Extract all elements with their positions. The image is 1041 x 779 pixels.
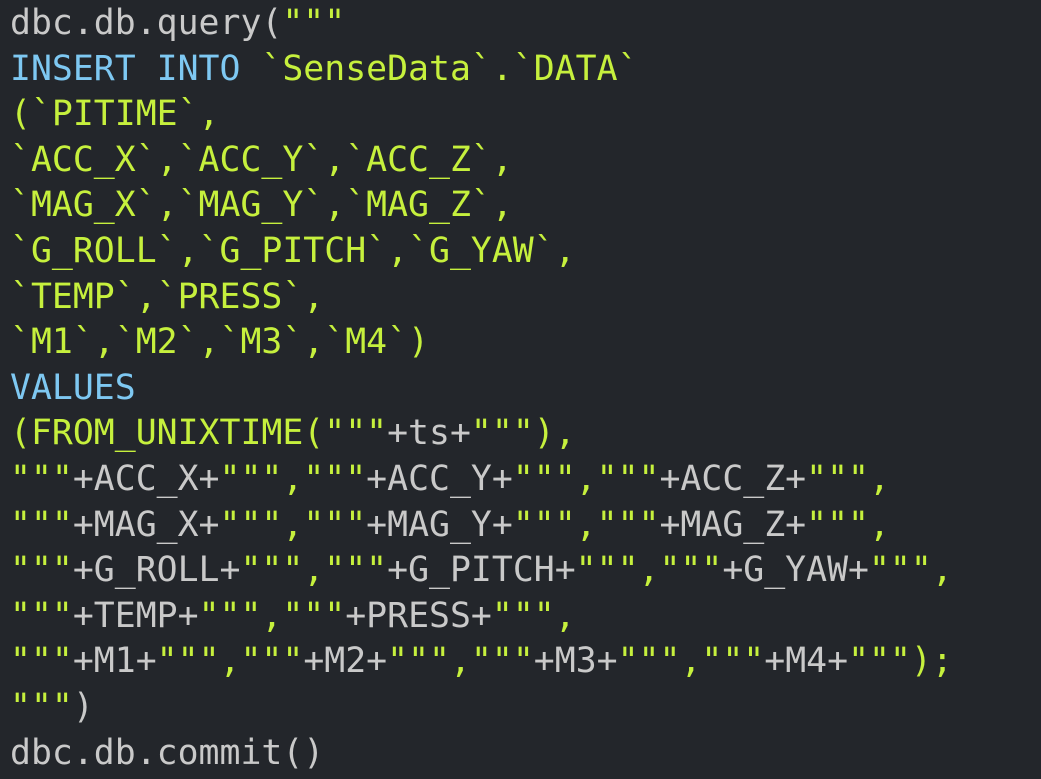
code-token: +TEMP+ xyxy=(72,595,199,636)
code-token: """,""" xyxy=(198,595,346,636)
code-line: `ACC_X`,`ACC_Y`,`ACC_Z`, xyxy=(10,138,953,184)
code-token: `MAG_X`,`MAG_Y`,`MAG_Z`, xyxy=(10,185,513,226)
code-block: dbc.db.query(""" INSERT INTO `SenseData`.… xyxy=(10,1,953,776)
code-token: """, xyxy=(806,458,890,499)
code-token: """,""" xyxy=(240,550,388,591)
code-token: dbc.db.commit() xyxy=(10,732,325,773)
code-line: INSERT INTO `SenseData`.`DATA` xyxy=(10,47,953,93)
code-token: """, xyxy=(806,504,890,545)
code-token: `ACC_X`,`ACC_Y`,`ACC_Z`, xyxy=(10,139,513,180)
code-line: VALUES xyxy=(10,366,953,412)
code-token: `M1`,`M2`,`M3`,`M4`) xyxy=(10,322,429,363)
code-line: dbc.db.commit() xyxy=(10,731,953,777)
code-token: +ACC_Z+ xyxy=(659,458,807,499)
code-line: (`PITIME`, xyxy=(10,92,953,138)
code-token: """ xyxy=(10,686,73,727)
code-token: """,""" xyxy=(219,504,367,545)
code-line: `MAG_X`,`MAG_Y`,`MAG_Z`, xyxy=(10,183,953,229)
code-token: """ xyxy=(10,595,73,636)
code-token: """ xyxy=(10,641,73,682)
code-line: """) xyxy=(10,685,953,731)
code-token: `G_ROLL`,`G_PITCH`,`G_YAW`, xyxy=(10,230,576,271)
code-line: """+TEMP+""","""+PRESS+""", xyxy=(10,594,953,640)
code-token: +MAG_Z+ xyxy=(659,504,807,545)
code-token: +ACC_Y+ xyxy=(366,458,513,499)
code-line: `M1`,`M2`,`M3`,`M4`) xyxy=(10,320,953,366)
code-token: +ts+ xyxy=(387,413,471,454)
code-token: +ACC_X+ xyxy=(72,458,220,499)
code-token: """,""" xyxy=(156,641,304,682)
code-token: `SenseData`.`DATA` xyxy=(261,48,639,89)
code-token: """ xyxy=(10,550,73,591)
code-token: +M1+ xyxy=(72,641,157,682)
code-line: (FROM_UNIXTIME("""+ts+"""), xyxy=(10,411,953,457)
code-token: ) xyxy=(72,686,94,727)
code-token: dbc.db.query( xyxy=(10,3,283,43)
code-token: """); xyxy=(848,641,953,682)
code-line: """+G_ROLL+""","""+G_PITCH+""","""+G_YAW… xyxy=(10,548,953,594)
code-token: `TEMP`,`PRESS`, xyxy=(10,276,325,317)
code-line: """+ACC_X+""","""+ACC_Y+""","""+ACC_Z+""… xyxy=(10,457,953,503)
code-token: """, xyxy=(491,595,576,636)
code-token: +G_PITCH+ xyxy=(387,550,576,591)
code-line: `TEMP`,`PRESS`, xyxy=(10,275,953,321)
code-token: +M4+ xyxy=(764,641,849,682)
code-token: """ xyxy=(282,3,346,43)
code-token: """,""" xyxy=(512,504,660,545)
code-token: """,""" xyxy=(219,458,367,499)
code-token: """ xyxy=(10,504,73,545)
code-token: """ xyxy=(10,458,73,499)
code-token: (`PITIME`, xyxy=(10,94,220,135)
code-line: """+MAG_X+""","""+MAG_Y+""","""+MAG_Z+""… xyxy=(10,503,953,549)
code-token: """,""" xyxy=(617,641,765,682)
code-token: +G_ROLL+ xyxy=(72,550,241,591)
code-line: dbc.db.query(""" xyxy=(10,1,953,47)
code-token: """ xyxy=(470,413,534,454)
code-token: INSERT INTO xyxy=(10,48,262,89)
code-token: """ xyxy=(324,413,388,454)
code-token: ), xyxy=(533,413,576,454)
code-token: +MAG_X+ xyxy=(72,504,220,545)
code-token: +G_YAW+ xyxy=(722,550,869,591)
code-token: """,""" xyxy=(575,550,723,591)
code-token: VALUES xyxy=(10,367,136,408)
code-token: +M3+ xyxy=(533,641,618,682)
code-token: (FROM_UNIXTIME( xyxy=(10,413,325,454)
code-token: +PRESS+ xyxy=(345,595,492,636)
code-line: `G_ROLL`,`G_PITCH`,`G_YAW`, xyxy=(10,229,953,275)
code-token: """,""" xyxy=(387,641,534,682)
code-token: +M2+ xyxy=(303,641,388,682)
code-token: +MAG_Y+ xyxy=(366,504,513,545)
code-token: """,""" xyxy=(512,458,660,499)
code-token: """, xyxy=(868,550,953,591)
code-line: """+M1+""","""+M2+""","""+M3+""","""+M4+… xyxy=(10,639,953,685)
